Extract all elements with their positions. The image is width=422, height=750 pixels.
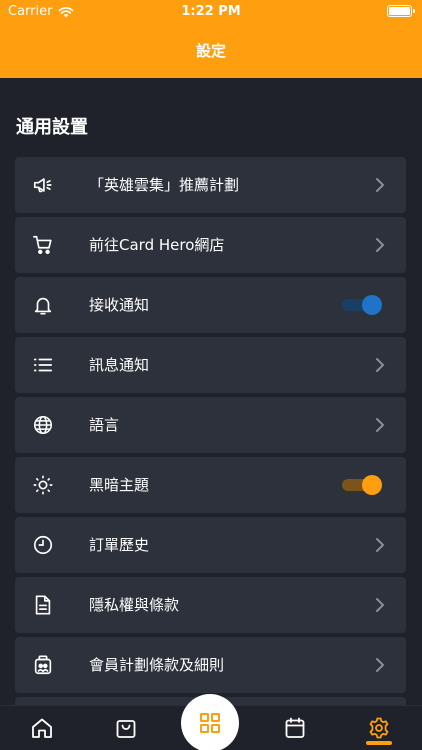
globe-icon xyxy=(32,414,54,436)
list-icon xyxy=(32,354,54,376)
settings-row-label: 黑暗主題 xyxy=(89,476,150,494)
tab-grid-fab[interactable] xyxy=(181,694,239,750)
notifications-toggle[interactable] xyxy=(342,295,382,315)
settings-row-label: 訂單歷史 xyxy=(89,536,150,554)
bell-icon xyxy=(32,294,54,316)
settings-list: 「英雄雲集」推薦計劃 前往Card Hero網店 接收通知 訊息通知 語言 黑暗… xyxy=(15,157,406,750)
settings-row-order-history[interactable]: 訂單歷史 xyxy=(15,517,406,573)
dark-theme-toggle[interactable] xyxy=(342,475,382,495)
settings-row-membership-terms[interactable]: 會員計劃條款及細則 xyxy=(15,637,406,693)
settings-row-label: 前往Card Hero網店 xyxy=(89,236,225,254)
cart-icon xyxy=(32,234,54,256)
chevron-right-icon xyxy=(376,358,385,372)
clock-icon xyxy=(32,534,54,556)
settings-row-privacy[interactable]: 隱私權與條款 xyxy=(15,577,406,633)
membership-icon xyxy=(32,654,54,676)
page-title: 設定 xyxy=(195,42,226,60)
settings-row-dark-theme: 黑暗主題 xyxy=(15,457,406,513)
grid-icon xyxy=(200,713,220,733)
settings-row-label: 接收通知 xyxy=(89,296,150,314)
settings-row-label: 「英雄雲集」推薦計劃 xyxy=(89,176,240,194)
settings-row-language[interactable]: 語言 xyxy=(15,397,406,453)
gear-icon xyxy=(369,717,389,739)
tab-settings[interactable] xyxy=(367,716,391,740)
chevron-right-icon xyxy=(376,178,385,192)
chevron-right-icon xyxy=(376,598,385,612)
chevron-right-icon xyxy=(376,658,385,672)
section-title: 通用設置 xyxy=(16,117,88,138)
settings-row-notifications: 接收通知 xyxy=(15,277,406,333)
app-header: Carrier 1:22 PM 設定 xyxy=(0,0,422,78)
battery-icon xyxy=(387,5,415,17)
sun-icon xyxy=(32,474,54,496)
settings-row-label: 語言 xyxy=(89,416,120,434)
shopping-bag-icon xyxy=(116,720,136,738)
settings-row-referral[interactable]: 「英雄雲集」推薦計劃 xyxy=(15,157,406,213)
megaphone-icon xyxy=(32,174,54,196)
settings-row-label: 隱私權與條款 xyxy=(89,596,180,614)
status-bar: Carrier 1:22 PM xyxy=(0,0,422,24)
settings-row-label: 訊息通知 xyxy=(89,356,150,374)
tab-home[interactable] xyxy=(30,716,54,740)
document-icon xyxy=(32,594,54,616)
tab-calendar[interactable] xyxy=(283,716,307,740)
calendar-icon xyxy=(285,717,305,738)
settings-row-label: 會員計劃條款及細則 xyxy=(89,656,225,674)
settings-row-messages[interactable]: 訊息通知 xyxy=(15,337,406,393)
home-icon xyxy=(32,718,52,738)
settings-row-shop[interactable]: 前往Card Hero網店 xyxy=(15,217,406,273)
chevron-right-icon xyxy=(376,538,385,552)
active-tab-indicator xyxy=(366,741,392,745)
chevron-right-icon xyxy=(376,238,385,252)
chevron-right-icon xyxy=(376,418,385,432)
status-time: 1:22 PM xyxy=(181,4,241,19)
tab-shop[interactable] xyxy=(114,716,138,740)
